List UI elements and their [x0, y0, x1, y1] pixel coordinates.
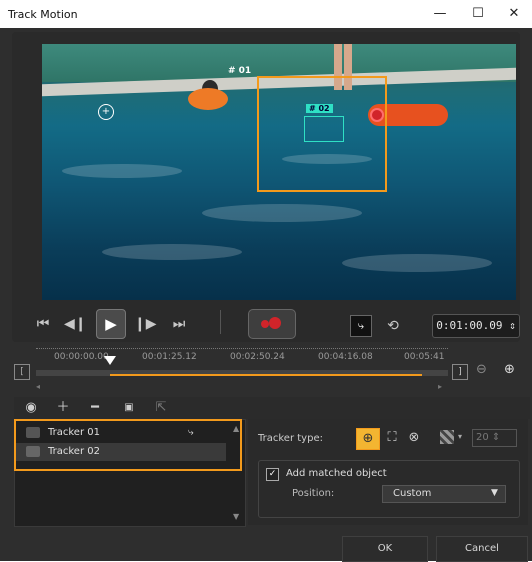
divider [220, 310, 221, 334]
rename-icon[interactable]: ▣ [120, 399, 138, 417]
timeline-tick: 00:04:16.08 [318, 352, 373, 362]
tracker-list-highlight [14, 419, 242, 471]
path-icon[interactable]: ⤷ [350, 315, 372, 337]
position-value: Custom [393, 488, 432, 499]
zoom-out-icon[interactable]: ⊖ [476, 362, 487, 377]
maximize-button[interactable]: ☐ [466, 4, 490, 24]
add-matched-checkbox[interactable]: ✓ [266, 468, 279, 481]
timecode-field[interactable]: 0:01:00.09 ⇕ [432, 314, 520, 338]
window-title: Track Motion [8, 8, 78, 21]
position-dropdown[interactable]: Custom ▼ [382, 485, 506, 503]
add-matched-label: Add matched object [286, 468, 387, 479]
mosaic-icon[interactable] [440, 430, 454, 444]
skip-to-start-icon[interactable]: ⏮ [32, 313, 54, 335]
play-button[interactable]: ▶ [96, 309, 126, 339]
water-ripple [342, 254, 492, 272]
tracker-02-box[interactable] [304, 116, 344, 142]
water-ripple [62, 164, 182, 178]
chevron-down-icon: ▼ [491, 488, 498, 498]
record-track-button[interactable] [248, 309, 296, 339]
minimize-button[interactable]: — [428, 4, 452, 24]
size-value: 20 [476, 432, 489, 443]
red-target-icon[interactable] [370, 108, 384, 122]
eye-icon[interactable]: ◉ [22, 399, 40, 417]
timeline-tick: 00:02:50.24 [230, 352, 285, 362]
multi-point-tracker-icon[interactable]: ⊗ [404, 428, 424, 448]
area-tracker-icon[interactable]: ⛶ [382, 428, 402, 448]
step-forward-icon[interactable]: ❙▶ [134, 313, 157, 335]
record-dot-icon [269, 317, 281, 329]
skip-to-end-icon[interactable]: ⏭ [168, 313, 190, 335]
add-icon[interactable]: ＋ [54, 399, 72, 417]
record-dot-icon [261, 320, 269, 328]
remove-icon[interactable]: ━ [86, 399, 104, 417]
close-button[interactable]: ✕ [502, 4, 526, 24]
tracker-02-label: # 02 [306, 104, 333, 113]
point-tracker-icon[interactable]: ⊕ [356, 428, 380, 450]
orange-float-ring [188, 88, 228, 110]
size-stepper[interactable]: 20 ⇕ [472, 429, 517, 447]
step-back-icon[interactable]: ◀❙ [64, 313, 87, 335]
reset-history-icon[interactable]: ⟲ [382, 315, 404, 337]
playhead[interactable] [104, 356, 117, 365]
timeline-progress [110, 374, 422, 376]
chevron-down-icon[interactable]: ▾ [458, 432, 462, 441]
scroll-left-icon[interactable]: ◂ [36, 382, 40, 391]
timecode-value: 0:01:00.09 [436, 319, 503, 332]
water-ripple [202, 204, 362, 222]
zoom-in-icon[interactable]: ⊕ [504, 362, 515, 377]
timeline-tick: 00:01:25.12 [142, 352, 197, 362]
mark-in-icon[interactable]: [ [14, 364, 30, 380]
tracker-01-label: # 01 [228, 66, 252, 76]
ok-button[interactable]: OK [342, 536, 428, 562]
scroll-up-icon[interactable]: ▲ [233, 424, 239, 433]
tracker-crosshair-icon[interactable]: + [98, 104, 114, 120]
scroll-down-icon[interactable]: ▼ [233, 512, 239, 521]
title-bar: Track Motion — ☐ ✕ [0, 0, 532, 28]
scroll-right-icon[interactable]: ▸ [438, 382, 442, 391]
water-ripple [102, 244, 242, 260]
position-label: Position: [292, 488, 335, 499]
export-icon[interactable]: ⇱ [152, 399, 170, 417]
timeline-tick: 00:05:41 [404, 352, 445, 362]
timeline-tick: 00:00:00.00 [54, 352, 109, 362]
mark-out-icon[interactable]: ] [452, 364, 468, 380]
cancel-button[interactable]: Cancel [436, 536, 528, 562]
video-preview[interactable]: + # 01 # 02 [42, 44, 516, 300]
tracker-type-label: Tracker type: [258, 433, 323, 444]
